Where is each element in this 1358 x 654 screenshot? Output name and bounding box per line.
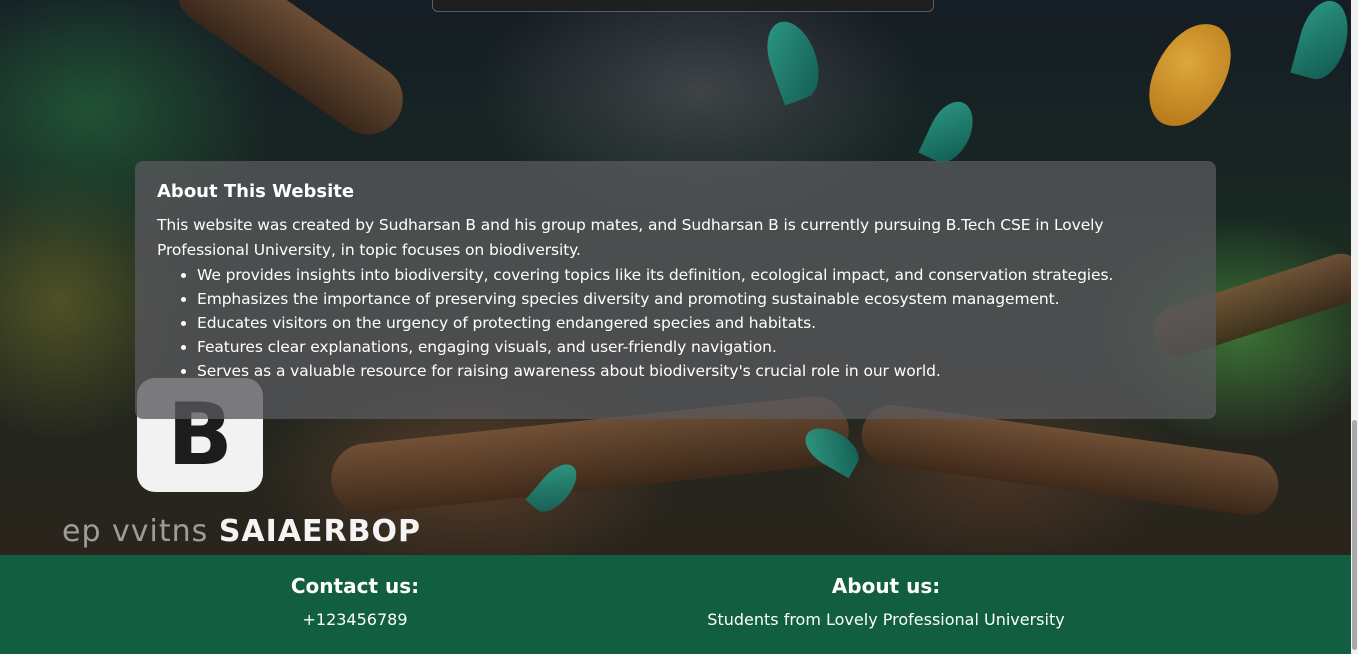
list-item: We provides insights into biodiversity, … xyxy=(197,263,1194,287)
footer-about: About us: Students from Lovely Professio… xyxy=(686,573,1086,630)
logo-wordmark-bright: SAIAERBOP xyxy=(218,514,421,549)
list-item: Serves as a valuable resource for raisin… xyxy=(197,359,1194,383)
logo-wordmark: ep vvitns SAIAERBOP xyxy=(62,514,421,549)
about-website-panel: About This Website This website was crea… xyxy=(135,161,1216,419)
top-panel-edge xyxy=(432,0,934,12)
list-item: Educates visitors on the urgency of prot… xyxy=(197,311,1194,335)
list-item: Emphasizes the importance of preserving … xyxy=(197,287,1194,311)
about-title: About This Website xyxy=(157,181,355,202)
about-points-list: We provides insights into biodiversity, … xyxy=(157,263,1194,383)
footer-contact: Contact us: +123456789 xyxy=(255,573,455,630)
page-scrollbar[interactable] xyxy=(1351,0,1358,654)
about-intro: This website was created by Sudharsan B … xyxy=(157,216,1104,259)
footer: Contact us: +123456789 About us: Student… xyxy=(0,555,1351,654)
list-item: Features clear explanations, engaging vi… xyxy=(197,335,1194,359)
footer-contact-heading: Contact us: xyxy=(290,574,420,598)
logo-wordmark-faint: ep vvitns xyxy=(62,514,219,549)
footer-about-heading: About us: xyxy=(831,574,941,598)
footer-contact-phone: +123456789 xyxy=(302,610,408,629)
scrollbar-thumb[interactable] xyxy=(1352,420,1357,650)
footer-about-text: Students from Lovely Professional Univer… xyxy=(707,610,1065,629)
